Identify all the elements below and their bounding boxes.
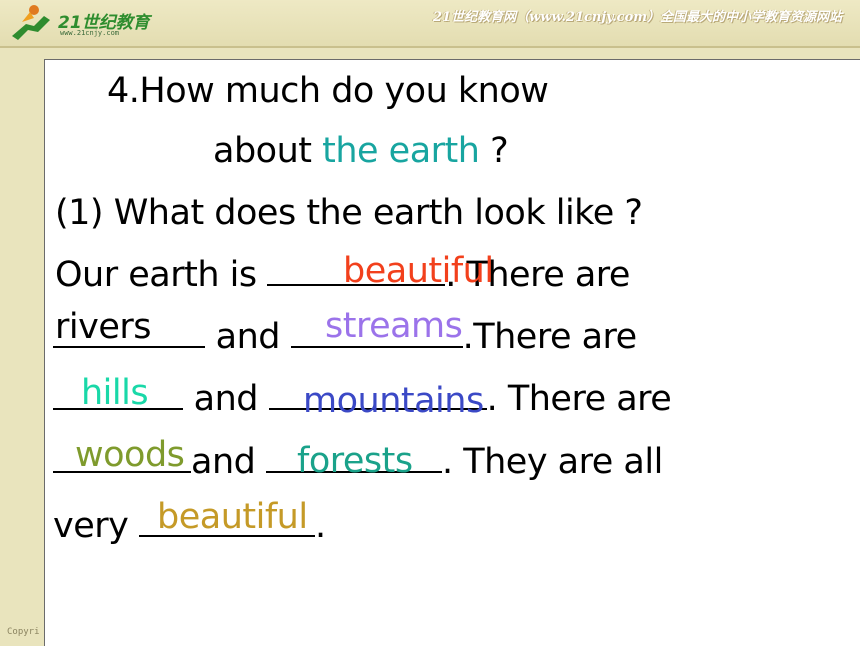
site-logo[interactable]: 21世纪教育 www.21cnjy.com (4, 2, 154, 42)
line1-text-a: Our earth is (55, 255, 268, 295)
line3-text-b: . There are (486, 379, 672, 419)
blank-rivers[interactable] (53, 342, 205, 348)
line4-text-a: and (191, 442, 266, 482)
header-band: 21世纪教育 www.21cnjy.com 21世纪教育网（www.21cnjy… (0, 0, 860, 48)
copyright-text: Copyri (7, 627, 40, 637)
title-line-1: 4.How much do you know (107, 71, 549, 111)
line5-text-a: very (53, 506, 139, 546)
title-line-2: about the earth ? (213, 131, 509, 171)
question-1: (1) What does the earth look like ? (55, 193, 643, 233)
line5-text-b: . (314, 506, 326, 546)
answer-woods: woods (75, 435, 185, 475)
running-figure-icon (12, 5, 50, 40)
slide-content: 4.How much do you know about the earth ?… (44, 59, 860, 646)
logo-url: www.21cnjy.com (60, 29, 120, 37)
line3-text-a: and (183, 379, 269, 419)
title-highlight: the earth (322, 131, 480, 171)
line4-text-b: . They are all (441, 442, 663, 482)
answer-beautiful-1: beautiful (343, 251, 494, 291)
answer-streams: streams (325, 306, 463, 346)
line2-text-a: and (205, 317, 291, 357)
answer-hills: hills (81, 373, 149, 413)
line2-text-b: .There are (462, 317, 638, 357)
title-suffix: ? (479, 131, 509, 171)
answer-forests: forests (297, 441, 413, 481)
answer-beautiful-2: beautiful (157, 497, 308, 537)
site-caption: 21世纪教育网（www.21cnjy.com）全国最大的中小学教育资源网站 (433, 10, 842, 25)
title-prefix: about (213, 131, 323, 171)
answer-mountains: mountains (303, 381, 484, 421)
